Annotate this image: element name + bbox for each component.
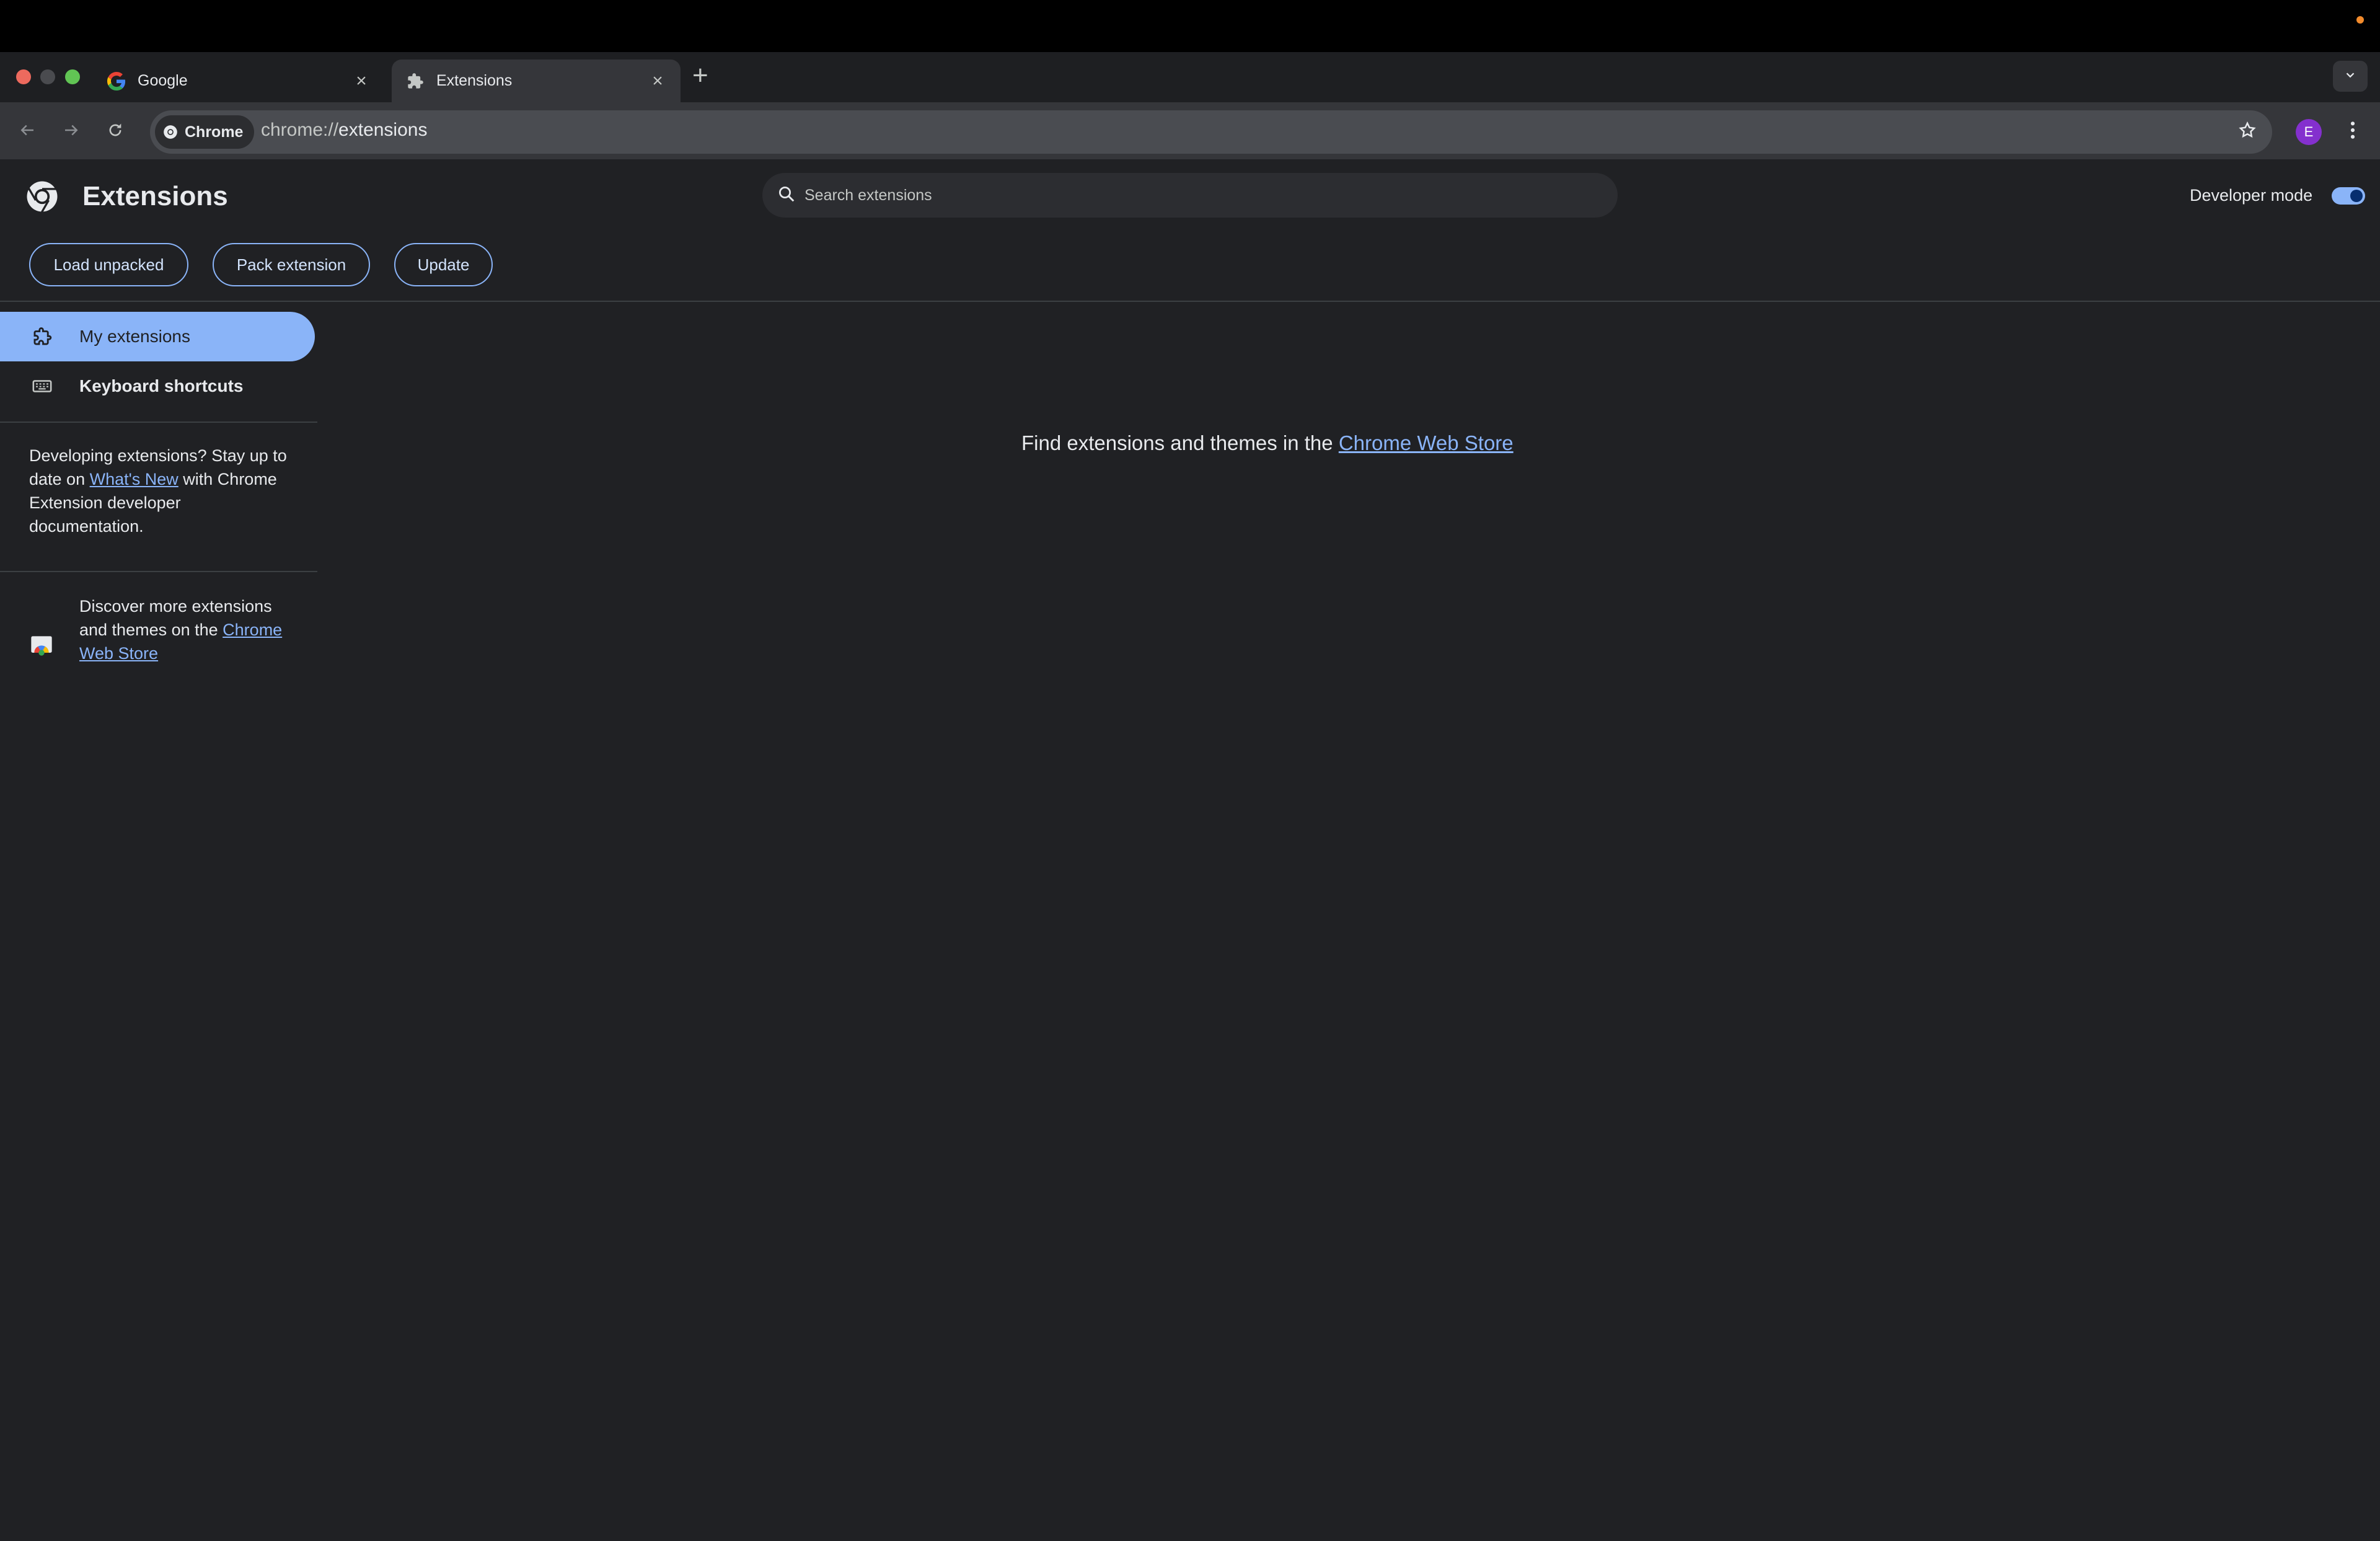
discover-text: Discover more extensions and themes on t… (79, 594, 290, 665)
web-store-icon (29, 631, 54, 656)
tab-google[interactable]: Google × (93, 60, 384, 102)
tab-search-button[interactable] (2333, 61, 2368, 92)
close-icon[interactable]: × (648, 71, 667, 92)
chrome-logo-icon (164, 125, 177, 139)
reload-button[interactable] (102, 118, 129, 145)
url-path: extensions (338, 120, 428, 140)
menu-bar (0, 0, 2380, 52)
sidebar-item-label: My extensions (79, 327, 190, 346)
tab-label: Google (138, 72, 188, 89)
address-bar[interactable] (150, 110, 2272, 154)
window-minimize-button[interactable] (40, 69, 55, 84)
tab-label: Extensions (436, 72, 513, 89)
toggle-knob (2350, 190, 2363, 202)
window-close-button[interactable] (16, 69, 31, 84)
sidebar-divider (0, 571, 317, 572)
url-text[interactable]: chrome://extensions (261, 120, 427, 141)
site-info-chip[interactable]: Chrome (155, 115, 255, 149)
avatar[interactable]: E (2296, 119, 2322, 145)
whats-new-link[interactable]: What's New (90, 470, 178, 488)
reload-icon (107, 121, 124, 142)
google-g-icon (107, 71, 126, 91)
sidebar-item-my-extensions[interactable]: My extensions (0, 312, 315, 361)
chevron-down-icon (2343, 68, 2357, 85)
bookmark-button[interactable] (2234, 118, 2261, 145)
chrome-web-store-link[interactable]: Chrome Web Store (1339, 431, 1514, 454)
arrow-left-icon (18, 121, 37, 143)
empty-state-text: Find extensions and themes in the (1021, 431, 1339, 454)
puzzle-outline-icon (31, 325, 53, 348)
more-vert-icon (2350, 120, 2356, 143)
developer-mode-label: Developer mode (2190, 186, 2313, 205)
close-icon[interactable]: × (352, 71, 371, 92)
sidebar-item-keyboard-shortcuts[interactable]: Keyboard shortcuts (0, 361, 315, 411)
developer-news-text: Developing extensions? Stay up to date o… (29, 444, 289, 538)
forward-button[interactable] (58, 118, 85, 145)
search-icon (777, 185, 796, 206)
browser-menu-button[interactable] (2340, 118, 2365, 145)
extensions-logo-icon (25, 179, 60, 214)
load-unpacked-button[interactable]: Load unpacked (29, 243, 188, 286)
window-maximize-button[interactable] (65, 69, 80, 84)
keyboard-icon (31, 375, 53, 397)
header-divider (0, 301, 2380, 302)
puzzle-piece-icon (405, 71, 425, 91)
empty-state-message: Find extensions and themes in the Chrome… (1021, 431, 1514, 455)
page-title: Extensions (82, 181, 228, 211)
recording-indicator-icon (2356, 16, 2364, 24)
new-tab-button[interactable]: + (692, 62, 708, 89)
search-bar[interactable] (762, 173, 1618, 218)
url-scheme: chrome:// (261, 120, 339, 140)
arrow-right-icon (62, 121, 81, 143)
sidebar-item-label: Keyboard shortcuts (79, 376, 244, 395)
back-button[interactable] (14, 118, 41, 145)
pack-extension-button[interactable]: Pack extension (213, 243, 370, 286)
search-input[interactable] (804, 186, 1548, 205)
chip-label: Chrome (185, 123, 244, 141)
star-icon (2238, 121, 2257, 143)
sidebar-divider (0, 422, 317, 423)
tab-extensions[interactable]: Extensions × (392, 60, 681, 102)
developer-mode-toggle[interactable] (2332, 187, 2365, 205)
update-button[interactable]: Update (394, 243, 493, 286)
